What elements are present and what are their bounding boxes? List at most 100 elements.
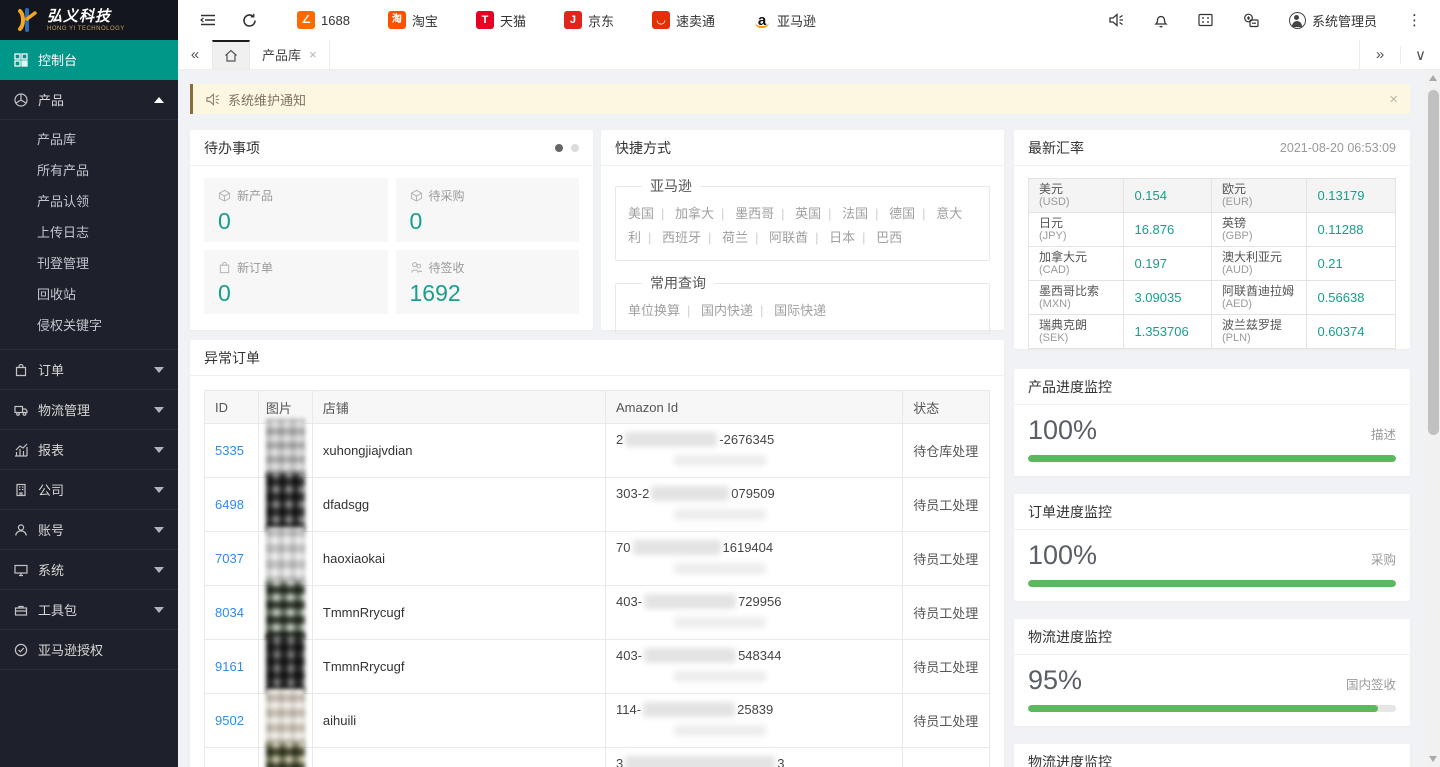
link-jd[interactable]: J 京东 [564,11,614,30]
amazon-id: 303-2079509 [606,478,903,531]
sidebar-item-company[interactable]: 公司 [0,470,178,510]
shortcut-ca[interactable]: 加拿大 [675,206,714,221]
scrollbar-thumb[interactable] [1428,90,1439,435]
scroll-down-icon[interactable] [1429,756,1437,762]
order-id-link[interactable]: 8034 [215,605,244,620]
exchange-rates-card: 最新汇率 2021-08-20 06:53:09 美元(USD) 0.154 欧… [1014,130,1410,349]
progress-percent: 95% [1028,665,1082,696]
user-icon [14,523,28,537]
shortcut-es[interactable]: 西班牙 [662,230,701,245]
common-query-group: 常用查询 单位换算| 国内快递| 国际快递 [615,273,990,334]
link-aliexpress[interactable]: ◡ 速卖通 [652,11,715,30]
order-id-link[interactable]: 7037 [215,551,244,566]
sidebar-item-reports[interactable]: 报表 [0,430,178,470]
main-area: ∠ 1688 淘 淘宝 T 天猫 J 京东 ◡ 速卖通 a 亚马逊 [178,0,1440,767]
shortcut-us[interactable]: 美国 [628,206,654,221]
logistics-progress-card-domestic: 物流进度监控 95% 国内签收 [1014,619,1410,726]
order-status: 待员工处理 [903,478,989,531]
tabs-scroll-right-icon[interactable]: » [1360,46,1400,63]
shortcut-unit-convert[interactable]: 单位换算 [628,303,680,318]
user-menu[interactable]: 系统管理员 [1289,11,1377,30]
refresh-icon[interactable] [242,13,257,28]
rate-row: 日元(JPY) 16.876 英镑(GBP) 0.11288 [1029,213,1395,247]
sidebar-item-label: 订单 [38,360,144,379]
tab-home[interactable] [212,40,250,69]
redacted-text [674,509,766,520]
chevron-down-icon [154,527,164,533]
stat-value: 0 [218,208,374,235]
shortcut-domestic-express[interactable]: 国内快递 [701,303,753,318]
redacted-text [644,648,736,663]
product-image [266,689,305,747]
sidebar-subitem-upload-log[interactable]: 上传日志 [0,217,178,248]
rate-value: 0.197 [1124,247,1212,280]
carousel-dot-1[interactable] [555,144,563,152]
announcement-icon[interactable] [1108,13,1124,27]
todo-card: 待办事项 新产品 [190,130,593,330]
stat-pending-purchase[interactable]: 待采购 0 [396,178,580,242]
shortcut-jp[interactable]: 日本 [829,230,855,245]
scroll-up-icon[interactable] [1429,75,1437,81]
stat-new-orders[interactable]: 新订单 0 [204,250,388,314]
shortcut-de[interactable]: 德国 [889,206,915,221]
rate-value: 0.154 [1124,179,1212,212]
chevron-down-icon [154,567,164,573]
sidebar-item-toolkit[interactable]: 工具包 [0,590,178,630]
tabs-scroll-left-icon[interactable]: « [178,40,212,69]
sidebar-subitem-all-products[interactable]: 所有产品 [0,155,178,186]
redacted-text [643,702,735,717]
shortcut-br[interactable]: 巴西 [876,230,902,245]
vertical-scrollbar[interactable] [1426,70,1440,767]
link-taobao[interactable]: 淘 淘宝 [388,11,438,30]
amazon-legend: 亚马逊 [642,176,700,196]
rate-value: 3.09035 [1124,281,1212,314]
sidebar-item-system[interactable]: 系统 [0,550,178,590]
order-id-link[interactable]: 5335 [215,443,244,458]
col-status: 状态 [903,391,989,423]
notice-close-icon[interactable]: × [1389,91,1398,108]
apps-panel-icon[interactable] [1198,13,1213,27]
carousel-dot-2[interactable] [571,144,579,152]
common-legend: 常用查询 [642,273,714,293]
order-id-link[interactable]: 6498 [215,497,244,512]
shortcut-fr[interactable]: 法国 [842,206,868,221]
sidebar-item-orders[interactable]: 订单 [0,350,178,390]
table-row: 6498 dfadsgg 303-2079509 待员工处理 [205,478,989,532]
currency-exchange-icon[interactable] [1243,13,1259,28]
collapse-sidebar-icon[interactable] [200,13,216,27]
tab-product-library[interactable]: 产品库 × [250,40,330,69]
carousel-dots [555,144,579,152]
sidebar-item-label: 系统 [38,560,144,579]
notifications-bell-icon[interactable] [1154,13,1168,28]
stat-new-products[interactable]: 新产品 0 [204,178,388,242]
order-id-link[interactable]: 9502 [215,713,244,728]
shortcut-mx[interactable]: 墨西哥 [735,206,774,221]
sidebar-item-logistics[interactable]: 物流管理 [0,390,178,430]
link-1688[interactable]: ∠ 1688 [297,11,350,29]
sidebar-subitem-recycle-bin[interactable]: 回收站 [0,279,178,310]
sidebar-item-accounts[interactable]: 账号 [0,510,178,550]
monitor-title: 订单进度监控 [1028,502,1112,522]
link-tmall[interactable]: T 天猫 [476,11,526,30]
shortcut-nl[interactable]: 荷兰 [722,230,748,245]
rate-value: 16.876 [1124,213,1212,246]
sidebar-item-console[interactable]: 控制台 [0,40,178,80]
order-status: 待员工处理 [903,640,989,693]
progress-label: 描述 [1371,424,1396,443]
stat-pending-receipt[interactable]: 待签收 1692 [396,250,580,314]
sidebar-subitem-infringing-keywords[interactable]: 侵权关键字 [0,310,178,341]
tabs-menu-icon[interactable]: ∨ [1400,46,1440,64]
sidebar-subitem-product-library[interactable]: 产品库 [0,124,178,155]
tab-close-icon[interactable]: × [309,47,317,62]
shortcut-ae[interactable]: 阿联酋 [769,230,808,245]
more-options-icon[interactable]: ⋮ [1407,11,1422,29]
order-id-link[interactable]: 9161 [215,659,244,674]
sidebar-subitem-listing-mgmt[interactable]: 刊登管理 [0,248,178,279]
rate-row: 瑞典克朗(SEK) 1.353706 波兰兹罗提(PLN) 0.60374 [1029,315,1395,348]
shortcut-uk[interactable]: 英国 [795,206,821,221]
sidebar-subitem-product-claim[interactable]: 产品认领 [0,186,178,217]
sidebar-item-amazon-auth[interactable]: 亚马逊授权 [0,630,178,670]
shortcut-intl-express[interactable]: 国际快递 [774,303,826,318]
link-amazon[interactable]: a 亚马逊 [753,11,816,30]
sidebar-item-product[interactable]: 产品 [0,80,178,120]
